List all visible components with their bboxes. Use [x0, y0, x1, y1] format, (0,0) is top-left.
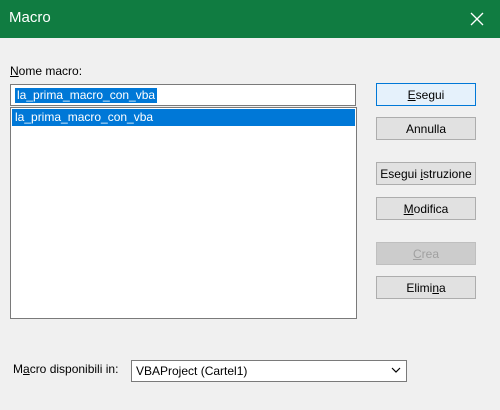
chevron-down-icon [391, 367, 401, 373]
macro-list[interactable]: la_prima_macro_con_vba [10, 107, 357, 319]
step-into-button[interactable]: Esegui i struzione [376, 162, 476, 185]
macro-name-input[interactable]: la_prima_macro_con_vba [10, 84, 356, 106]
macro-name-label: Nome macro: [10, 64, 83, 78]
close-icon [470, 12, 484, 26]
create-button[interactable]: Crea [376, 242, 476, 265]
edit-button[interactable]: Modifica [376, 197, 476, 220]
list-item[interactable]: la_prima_macro_con_vba [12, 109, 355, 126]
title-bar: Macro [0, 0, 500, 38]
run-button[interactable]: Esegui [376, 83, 476, 106]
macros-in-value: VBAProject (Cartel1) [136, 364, 248, 378]
window-title: Macro [9, 9, 51, 26]
close-button[interactable] [454, 0, 500, 38]
macros-in-label: Macro disponibili in: [13, 362, 119, 376]
macros-in-select[interactable]: VBAProject (Cartel1) [131, 360, 407, 382]
cancel-button[interactable]: Annulla [376, 117, 476, 140]
delete-button[interactable]: Elimi n a [376, 276, 476, 299]
macro-name-value: la_prima_macro_con_vba [15, 88, 158, 103]
